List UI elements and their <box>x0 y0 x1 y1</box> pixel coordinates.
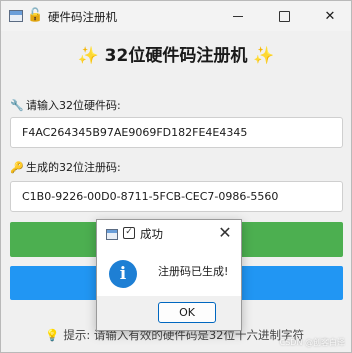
close-icon: ✕ <box>324 8 336 24</box>
registration-code-label: 🔑 生成的32位注册码: <box>10 159 121 175</box>
main-window: 🔓 硬件码注册机 ✕ ✨ 32位硬件码注册机 ✨ 🔧 请输入32位硬件码: F4A… <box>0 0 352 353</box>
dialog-app-icon <box>106 229 118 240</box>
key-icon: 🔑 <box>10 161 24 174</box>
minimize-icon <box>233 15 243 17</box>
success-dialog: ✓ 成功 ✕ i 注册码已生成! OK <box>96 219 242 331</box>
checkbox-icon: ✓ <box>123 227 135 239</box>
close-icon: ✕ <box>218 223 232 242</box>
ok-button[interactable]: OK <box>158 302 216 323</box>
dialog-close-button[interactable]: ✕ <box>215 222 235 244</box>
minimize-button[interactable] <box>215 1 261 31</box>
dialog-footer: OK <box>97 296 241 330</box>
dialog-title-bar: ✓ 成功 ✕ <box>97 220 241 248</box>
hardware-code-input[interactable]: F4AC264345B97AE9069FD182FE4E4345 <box>10 117 343 148</box>
registration-code-value: C1B0-9226-00D0-8711-5FCB-CEC7-0986-5560 <box>22 190 279 203</box>
hardware-code-label-text: 请输入32位硬件码: <box>26 99 121 112</box>
dialog-body: i 注册码已生成! <box>97 248 241 296</box>
wrench-icon: 🔧 <box>10 99 24 112</box>
unlock-icon: 🔓 <box>27 8 44 23</box>
registration-code-output[interactable]: C1B0-9226-00D0-8711-5FCB-CEC7-0986-5560 <box>10 181 343 212</box>
close-button[interactable]: ✕ <box>307 1 352 31</box>
hardware-code-value: F4AC264345B97AE9069FD182FE4E4345 <box>22 126 248 139</box>
registration-code-label-text: 生成的32位注册码: <box>26 161 121 174</box>
maximize-button[interactable] <box>261 1 307 31</box>
dialog-message: 注册码已生成! <box>158 265 229 278</box>
maximize-icon <box>278 10 290 22</box>
page-title: ✨ 32位硬件码注册机 ✨ <box>77 46 275 66</box>
watermark: CSDN @创客白泽 <box>279 338 345 347</box>
title-bar: 🔓 硬件码注册机 ✕ <box>1 1 351 31</box>
info-icon: i <box>109 260 137 288</box>
dialog-title: 成功 <box>140 227 163 241</box>
hardware-code-label: 🔧 请输入32位硬件码: <box>10 97 121 113</box>
window-title: 硬件码注册机 <box>48 10 117 24</box>
lightbulb-icon: 💡 <box>45 328 60 342</box>
window-app-icon <box>9 10 23 22</box>
